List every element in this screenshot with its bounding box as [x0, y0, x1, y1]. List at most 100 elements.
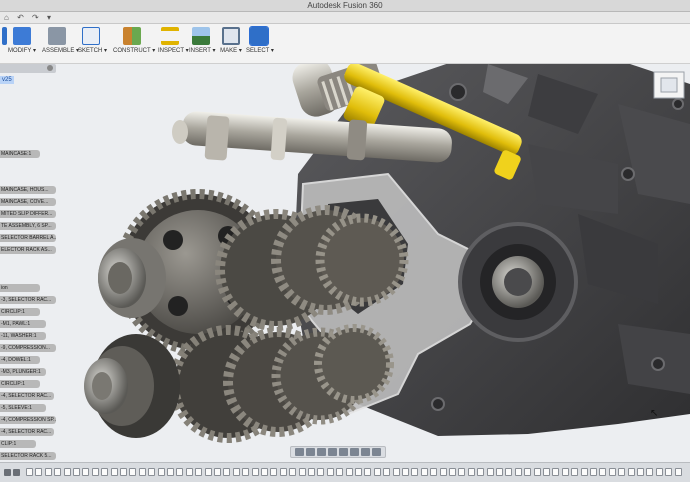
timeline-feature-icon[interactable] [618, 468, 626, 476]
timeline-feature-icon[interactable] [674, 468, 682, 476]
timeline-feature-icon[interactable] [665, 468, 673, 476]
pan-icon[interactable] [317, 448, 326, 456]
timeline-feature-icon[interactable] [496, 468, 503, 476]
timeline-feature-icon[interactable] [129, 468, 137, 476]
timeline-feature-icon[interactable] [580, 468, 588, 476]
timeline-feature-icon[interactable] [524, 468, 532, 476]
browser-tree-item[interactable]: -9, COMPRESSION... [0, 344, 56, 352]
modify-menu[interactable]: MODIFY ▾ [6, 26, 38, 62]
zoom-icon[interactable] [328, 448, 337, 456]
timeline-start-icon[interactable] [4, 469, 11, 476]
timeline-feature-icon[interactable] [82, 468, 90, 476]
orbit-icon[interactable] [295, 448, 304, 456]
timeline-feature-icon[interactable] [411, 468, 419, 476]
timeline-feature-icon[interactable] [157, 468, 165, 476]
timeline-feature-icon[interactable] [242, 468, 250, 476]
assemble-menu[interactable]: ASSEMBLE ▾ [42, 26, 79, 62]
browser-tree-item[interactable]: MAINCASE, HOUS... [0, 186, 56, 194]
timeline-feature-icon[interactable] [120, 468, 127, 476]
browser-tree-item[interactable]: SELECTOR RACK 5... [0, 452, 56, 460]
timeline-feature-icon[interactable] [204, 468, 212, 476]
browser-tree-item[interactable]: MITED SLIP DIFFER... [0, 210, 56, 218]
browser-tree-item[interactable]: -3, SELECTOR RAC... [0, 296, 56, 304]
timeline-feature-icon[interactable] [26, 468, 33, 476]
browser-tree-item[interactable]: CLIP:1 [0, 440, 36, 448]
timeline-feature-icon[interactable] [364, 468, 372, 476]
3d-viewport[interactable] [58, 64, 690, 448]
timeline-feature-icon[interactable] [383, 468, 391, 476]
construct-menu[interactable]: CONSTRUCT ▾ [113, 26, 155, 62]
timeline-feature-icon[interactable] [54, 468, 62, 476]
make-menu[interactable]: MAKE ▾ [219, 26, 243, 62]
chevron-down-icon[interactable]: ▾ [47, 13, 51, 22]
timeline-feature-icon[interactable] [373, 468, 381, 476]
timeline-feature-icon[interactable] [73, 468, 80, 476]
timeline-feature-icon[interactable] [148, 468, 156, 476]
timeline-feature-icon[interactable] [467, 468, 475, 476]
timeline-feature-icon[interactable] [505, 468, 513, 476]
timeline-feature-icon[interactable] [590, 468, 597, 476]
timeline-feature-icon[interactable] [214, 468, 221, 476]
browser-tree-item[interactable]: ELECTOR RACK AS... [0, 246, 56, 254]
home-icon[interactable]: ⌂ [4, 13, 9, 22]
timeline-feature-icon[interactable] [176, 468, 184, 476]
browser-tree-item[interactable]: ion [0, 284, 40, 292]
viewcube[interactable] [653, 71, 685, 99]
timeline-feature-icon[interactable] [138, 468, 146, 476]
timeline-feature-icon[interactable] [279, 468, 287, 476]
bearing-lower[interactable] [84, 334, 180, 438]
timeline-feature-icon[interactable] [289, 468, 297, 476]
timeline-feature-icon[interactable] [308, 468, 315, 476]
timeline-feature-icon[interactable] [608, 468, 616, 476]
timeline-feature-icon[interactable] [402, 468, 409, 476]
redo-icon[interactable]: ↷ [32, 13, 39, 22]
timeline-feature-icon[interactable] [533, 468, 541, 476]
timeline-feature-icon[interactable] [336, 468, 344, 476]
timeline-feature-icon[interactable] [561, 468, 569, 476]
browser-tree-item[interactable]: -4, SELECTOR RAC... [0, 428, 54, 436]
browser-tree-item[interactable]: -11, WASHER:1 [0, 332, 46, 340]
gear-cluster-lower[interactable] [169, 324, 394, 443]
bearing-upper[interactable] [98, 238, 166, 318]
timeline-feature-icon[interactable] [637, 468, 644, 476]
undo-icon[interactable]: ↶ [17, 13, 24, 22]
browser-tree-item[interactable]: -4, COMPRESSION SP... [0, 416, 56, 424]
timeline-feature-icon[interactable] [552, 468, 560, 476]
timeline-feature-icon[interactable] [646, 468, 654, 476]
timeline-feature-icon[interactable] [599, 468, 607, 476]
output-bearing-boss[interactable] [458, 222, 578, 342]
browser-tree-item[interactable]: MAINCASE, COVE... [0, 198, 56, 206]
inspect-menu[interactable]: INSPECT ▾ [158, 26, 189, 62]
browser-tree-item[interactable]: -4, SELECTOR RAC... [0, 392, 54, 400]
timeline-feature-icon[interactable] [35, 468, 43, 476]
browser-tree-item[interactable]: CIRCLIP:1 [0, 308, 40, 316]
timeline-feature-icon[interactable] [167, 468, 174, 476]
display-settings-icon[interactable] [350, 448, 359, 456]
browser-tree-item[interactable]: -5, SLEEVE:1 [0, 404, 46, 412]
timeline-feature-icon[interactable] [439, 468, 447, 476]
timeline-feature-icon[interactable] [486, 468, 494, 476]
insert-menu[interactable]: INSERT ▾ [189, 26, 215, 62]
browser-tree-item[interactable]: SELECTOR BARREL A... [0, 234, 56, 242]
timeline-feature-icon[interactable] [392, 468, 400, 476]
fit-icon[interactable] [339, 448, 348, 456]
timeline-feature-icon[interactable] [345, 468, 353, 476]
browser-tree-item[interactable]: TE ASSEMBLY, 6 SP... [0, 222, 56, 230]
timeline-feature-icon[interactable] [110, 468, 118, 476]
browser-tree-item[interactable]: -4, DOWEL:1 [0, 356, 40, 364]
look-at-icon[interactable] [306, 448, 315, 456]
timeline-feature-icon[interactable] [223, 468, 231, 476]
browser-tree-item[interactable]: -M3, PLUNGER:1 [0, 368, 46, 376]
timeline-feature-icon[interactable] [44, 468, 52, 476]
timeline-feature-icon[interactable] [627, 468, 635, 476]
timeline-feature-icon[interactable] [185, 468, 193, 476]
sketch-menu[interactable]: SKETCH ▾ [78, 26, 107, 62]
timeline-feature-icon[interactable] [195, 468, 203, 476]
timeline-feature-icon[interactable] [458, 468, 466, 476]
timeline-feature-icon[interactable] [543, 468, 550, 476]
timeline-feature-icon[interactable] [63, 468, 71, 476]
timeline-feature-icon[interactable] [430, 468, 438, 476]
timeline-feature-icon[interactable] [317, 468, 325, 476]
timeline-feature-icon[interactable] [514, 468, 522, 476]
timeline-feature-icon[interactable] [298, 468, 306, 476]
